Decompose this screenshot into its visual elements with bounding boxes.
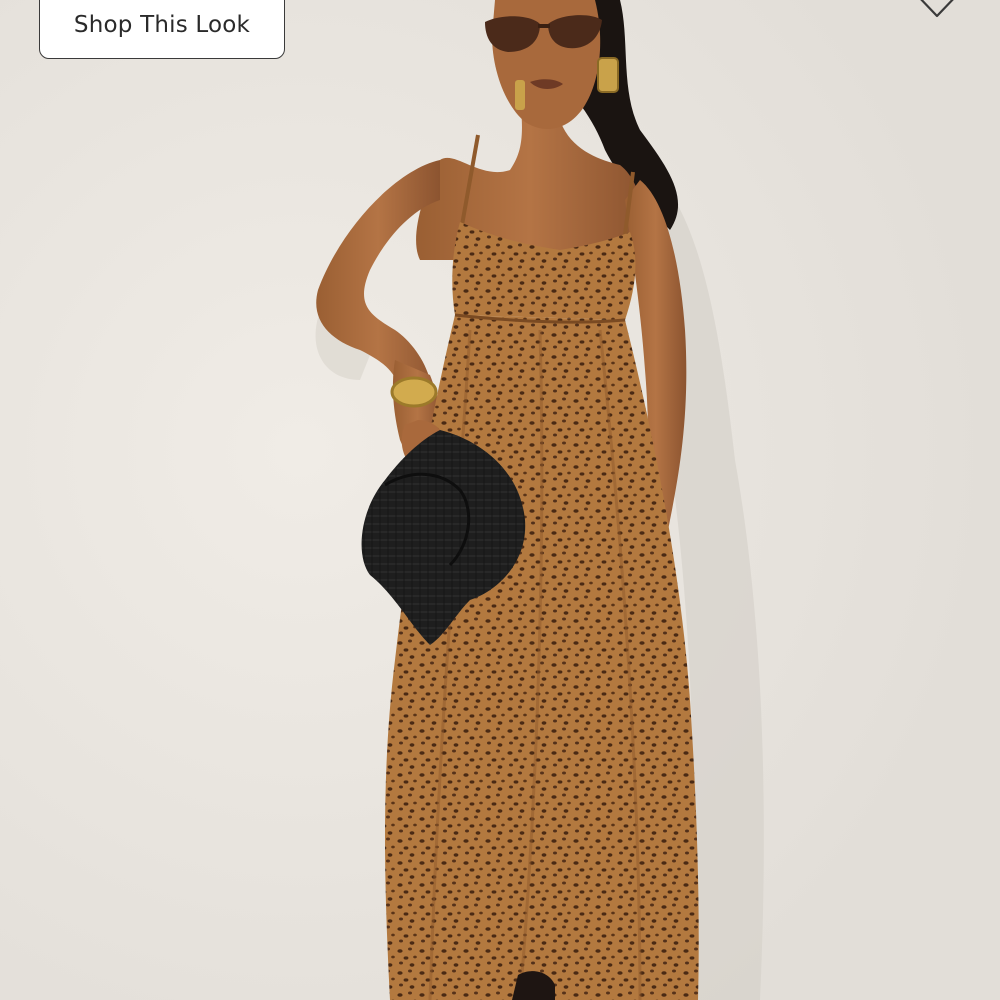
wishlist-button[interactable] <box>912 0 962 22</box>
product-image-viewer: Shop This Look <box>0 0 1000 1000</box>
shop-this-look-label: Shop This Look <box>73 12 251 38</box>
heart-outline-icon <box>920 0 954 18</box>
product-photo[interactable] <box>0 0 1000 1000</box>
shop-this-look-button[interactable]: Shop This Look <box>39 0 285 59</box>
